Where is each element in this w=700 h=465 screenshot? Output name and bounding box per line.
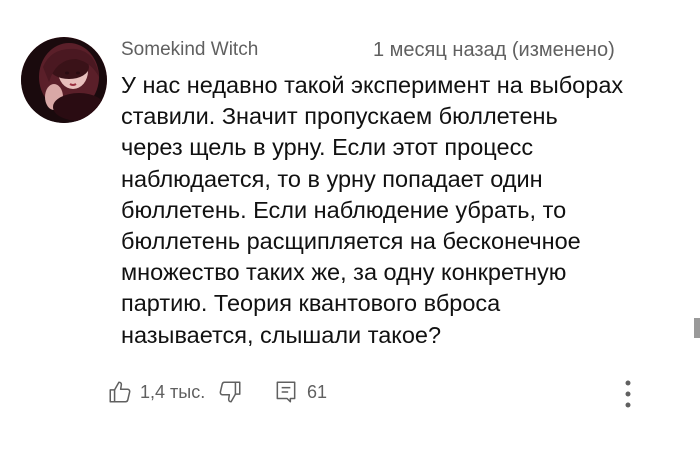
comment-text-line: бюллетень расщипляется на бесконечное bbox=[121, 228, 581, 255]
comment-text-line: через щель в урну. Если этот процесс bbox=[121, 134, 534, 161]
author-name[interactable]: Somekind Witch bbox=[121, 38, 258, 62]
avatar-image bbox=[21, 37, 107, 123]
comment-text-line: ставили. Значит пропускаем бюллетень bbox=[121, 103, 558, 130]
like-button[interactable] bbox=[104, 376, 136, 408]
timestamp[interactable]: 1 месяц назад (изменено) bbox=[373, 38, 615, 62]
comment-text-line: называется, слышали такое? bbox=[121, 321, 442, 348]
comment-actions: 1,4 тыс. 61 bbox=[104, 376, 664, 408]
like-count: 1,4 тыс. bbox=[140, 382, 206, 402]
thumbs-down-icon bbox=[219, 381, 241, 403]
comment: Somekind Witch 1 месяц назад (изменено) … bbox=[0, 0, 700, 465]
comment-text-line: множество таких же, за одну конкретную bbox=[121, 259, 567, 286]
comment-text-line: партию. Теория квантового вброса bbox=[121, 290, 501, 317]
reply-button[interactable] bbox=[270, 376, 302, 408]
comment-header: Somekind Witch 1 месяц назад (изменено) bbox=[121, 38, 666, 62]
reply-count: 61 bbox=[307, 382, 328, 402]
more-vertical-icon bbox=[625, 380, 631, 408]
comment-text-line: У нас недавно такой эксперимент на выбор… bbox=[121, 72, 624, 98]
avatar[interactable] bbox=[21, 37, 107, 123]
more-options-button[interactable] bbox=[612, 372, 644, 416]
thumbs-up-icon bbox=[109, 381, 131, 403]
dislike-button[interactable] bbox=[214, 376, 246, 408]
comment-text-line: бюллетень. Если наблюдение убрать, то bbox=[121, 196, 567, 223]
comment-icon bbox=[276, 381, 296, 403]
comment-text-line: наблюдается, то в урну попадает один bbox=[121, 165, 543, 192]
scrollbar-thumb[interactable] bbox=[694, 318, 700, 338]
comment-text: У нас недавно такой эксперимент на выбор… bbox=[121, 70, 681, 351]
